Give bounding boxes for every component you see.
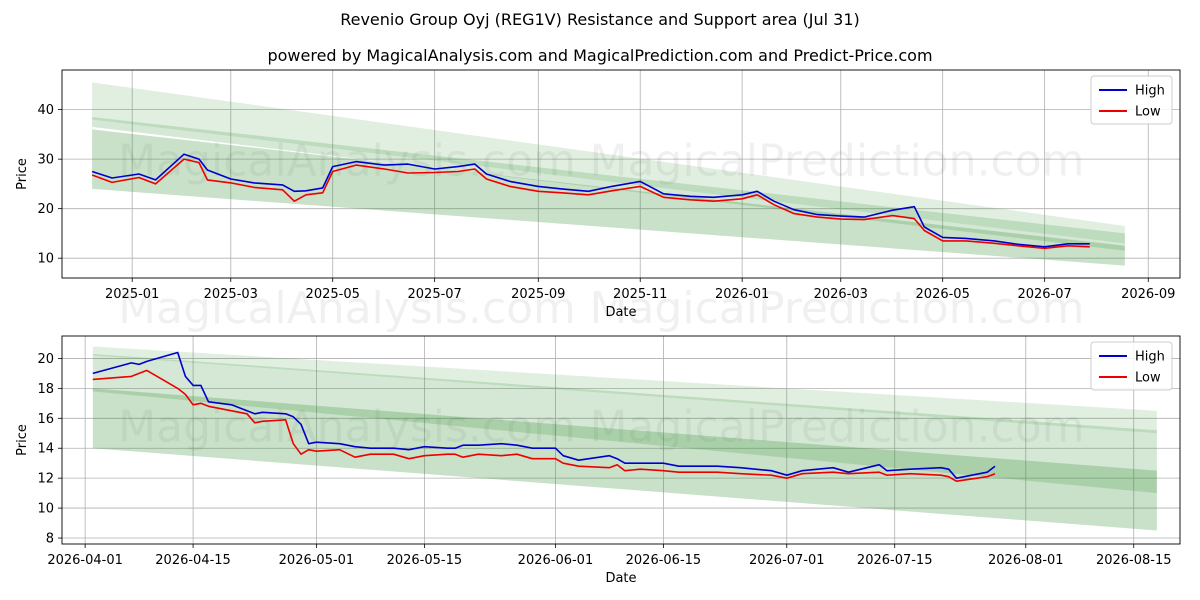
chart-panel-2: 2026-04-01 2026-04-15 2026-05-01 2026-05-15… bbox=[15, 335, 1181, 586]
y-tick-label: 30 bbox=[37, 153, 54, 168]
legend-high-label: High bbox=[1135, 350, 1165, 365]
y-tick-label: 40 bbox=[37, 103, 54, 118]
x-tick-label: 2026-09 bbox=[1121, 287, 1175, 302]
y-tick-label: 20 bbox=[37, 202, 54, 217]
watermark: MagicalAnalysis.com bbox=[118, 283, 576, 334]
y-axis-label: Price bbox=[15, 424, 30, 456]
y-tick-label: 20 bbox=[37, 352, 54, 367]
x-axis-label: Date bbox=[605, 571, 636, 586]
y-tick-label: 14 bbox=[37, 442, 54, 457]
charts-canvas: 2025-01 2025-03 2025-05 2025-07 2025-09 2025-… bbox=[15, 69, 1181, 586]
y-tick-label: 18 bbox=[37, 382, 54, 397]
x-tick-label: 2026-04-01 bbox=[47, 553, 123, 568]
x-tick-label: 2026-06-01 bbox=[518, 553, 594, 568]
x-tick-label: 2026-08-01 bbox=[988, 553, 1064, 568]
y-tick-label: 8 bbox=[46, 532, 54, 547]
watermark: MagicalPrediction.com bbox=[590, 283, 1085, 334]
x-tick-label: 2026-05-15 bbox=[387, 553, 463, 568]
x-tick-label: 2026-05-01 bbox=[279, 553, 355, 568]
x-tick-label: 2026-07-01 bbox=[749, 553, 825, 568]
y-tick-label: 10 bbox=[37, 252, 54, 267]
x-tick-label: 2026-04-15 bbox=[155, 553, 231, 568]
legend-low-label: Low bbox=[1135, 371, 1161, 386]
x-tick-label: 2026-06-15 bbox=[626, 553, 702, 568]
x-tick-label: 2026-07-15 bbox=[857, 553, 933, 568]
y-tick-label: 10 bbox=[37, 502, 54, 517]
y-tick-label: 12 bbox=[37, 472, 54, 487]
y-axis-label: Price bbox=[15, 158, 30, 190]
legend-high-label: High bbox=[1135, 84, 1165, 99]
y-tick-label: 16 bbox=[37, 412, 54, 427]
legend-low-label: Low bbox=[1135, 105, 1161, 120]
x-tick-label: 2026-08-15 bbox=[1096, 553, 1172, 568]
